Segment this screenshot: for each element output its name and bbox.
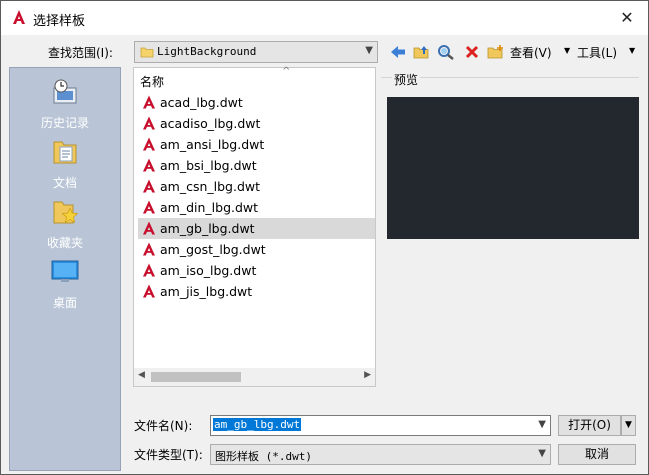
open-button[interactable]: 打开(O) <box>558 415 621 436</box>
horizontal-scrollbar[interactable]: ◀ ▶ <box>134 368 375 386</box>
chevron-down-icon[interactable]: ▼ <box>538 419 546 430</box>
up-folder-icon[interactable] <box>411 41 433 63</box>
place-label-desktop: 桌面 <box>52 296 77 310</box>
select-template-dialog: 选择样板 ✕ 查找范围(I): LightBackground ▼ 查看(V) … <box>0 0 649 475</box>
file-row[interactable]: acadiso_lbg.dwt <box>138 113 375 134</box>
file-name: acad_lbg.dwt <box>160 95 243 110</box>
dwt-file-icon <box>143 221 155 235</box>
place-desktop[interactable]: 桌面 <box>10 258 120 314</box>
title-bar: 选择样板 ✕ <box>1 1 648 35</box>
places-bar: 历史记录 文档 收藏夹 桌面 <box>9 67 121 471</box>
place-documents[interactable]: 文档 <box>10 138 120 194</box>
file-name: am_csn_lbg.dwt <box>160 179 261 194</box>
file-name: am_jis_lbg.dwt <box>160 284 253 299</box>
file-name-label: 文件名(N): <box>134 419 193 433</box>
chevron-down-icon: ▼ <box>538 448 546 459</box>
dwt-file-icon <box>143 95 155 109</box>
file-name: acadiso_lbg.dwt <box>160 116 261 131</box>
file-name: am_bsi_lbg.dwt <box>160 158 257 173</box>
new-folder-icon[interactable] <box>485 41 507 63</box>
file-row[interactable]: am_iso_lbg.dwt <box>138 260 375 281</box>
cancel-button[interactable]: 取消 <box>558 444 636 465</box>
dwt-file-icon <box>143 116 155 130</box>
close-button[interactable]: ✕ <box>612 5 642 31</box>
back-icon[interactable] <box>387 41 409 63</box>
file-type-label: 文件类型(T): <box>134 448 203 462</box>
scrollbar-thumb[interactable] <box>151 372 241 382</box>
delete-icon[interactable] <box>461 41 483 63</box>
preview-image <box>387 97 639 239</box>
dialog-title: 选择样板 <box>33 14 86 29</box>
place-favorites[interactable]: 收藏夹 <box>10 198 120 254</box>
tools-dropdown-icon[interactable]: ▼ <box>629 46 635 55</box>
preview-group: 预览 <box>381 67 639 245</box>
file-name: am_ansi_lbg.dwt <box>160 137 265 152</box>
dwt-file-icon <box>143 158 155 172</box>
open-options-dropdown-icon[interactable]: ▼ <box>621 415 636 436</box>
sort-ascending-icon: ^ <box>282 66 291 77</box>
place-label-history: 历史记录 <box>40 116 89 130</box>
file-row[interactable]: am_bsi_lbg.dwt <box>138 155 375 176</box>
file-name: am_din_lbg.dwt <box>160 200 259 215</box>
look-in-label: 查找范围(I): <box>48 46 113 60</box>
folder-icon <box>140 47 154 58</box>
file-row[interactable]: am_csn_lbg.dwt <box>138 176 375 197</box>
dwt-file-icon <box>143 200 155 214</box>
autocad-logo-icon <box>13 10 25 24</box>
documents-icon <box>53 141 77 164</box>
file-list: 名称 ^ acad_lbg.dwt acadiso_lbg.dwt am_ansi_… <box>133 66 376 387</box>
scroll-left-icon[interactable]: ◀ <box>138 370 145 380</box>
favorites-icon <box>53 201 79 224</box>
file-name: am_gost_lbg.dwt <box>160 242 266 257</box>
views-dropdown-icon[interactable]: ▼ <box>564 46 570 55</box>
file-name-input[interactable]: am_gb_lbg.dwt ▼ <box>210 415 551 436</box>
column-header-name[interactable]: 名称 ^ <box>134 66 375 90</box>
file-row[interactable]: am_jis_lbg.dwt <box>138 281 375 302</box>
dwt-file-icon <box>143 284 155 298</box>
tools-menu[interactable]: 工具(L) <box>577 44 617 61</box>
dwt-file-icon <box>143 179 155 193</box>
file-row[interactable]: acad_lbg.dwt <box>138 92 375 113</box>
file-name: am_iso_lbg.dwt <box>160 263 257 278</box>
dwt-file-icon <box>143 242 155 256</box>
desktop-icon <box>51 260 79 282</box>
file-row[interactable]: am_ansi_lbg.dwt <box>138 134 375 155</box>
column-header-name-label: 名称 <box>140 75 165 89</box>
search-web-icon[interactable] <box>435 41 457 63</box>
look-in-value: LightBackground <box>157 45 257 58</box>
place-label-documents: 文档 <box>52 176 77 190</box>
views-menu[interactable]: 查看(V) <box>510 44 552 61</box>
history-icon <box>53 79 77 104</box>
file-name: am_gb_lbg.dwt <box>160 221 255 236</box>
file-type-combo[interactable]: 图形样板 (*.dwt) ▼ <box>210 444 551 465</box>
dwt-file-icon <box>143 263 155 277</box>
place-history[interactable]: 历史记录 <box>10 78 120 134</box>
file-row[interactable]: am_gb_lbg.dwt <box>138 218 375 239</box>
file-row[interactable]: am_din_lbg.dwt <box>138 197 375 218</box>
file-row[interactable]: am_gost_lbg.dwt <box>138 239 375 260</box>
dwt-file-icon <box>143 137 155 151</box>
preview-label: 预览 <box>392 71 421 88</box>
file-type-value: 图形样板 (*.dwt) <box>215 450 312 463</box>
place-label-favorites: 收藏夹 <box>46 236 83 250</box>
file-name-value: am_gb_lbg.dwt <box>213 418 302 431</box>
chevron-down-icon: ▼ <box>365 45 373 56</box>
look-in-combo[interactable]: LightBackground ▼ <box>134 41 378 63</box>
scroll-right-icon[interactable]: ▶ <box>364 370 371 380</box>
